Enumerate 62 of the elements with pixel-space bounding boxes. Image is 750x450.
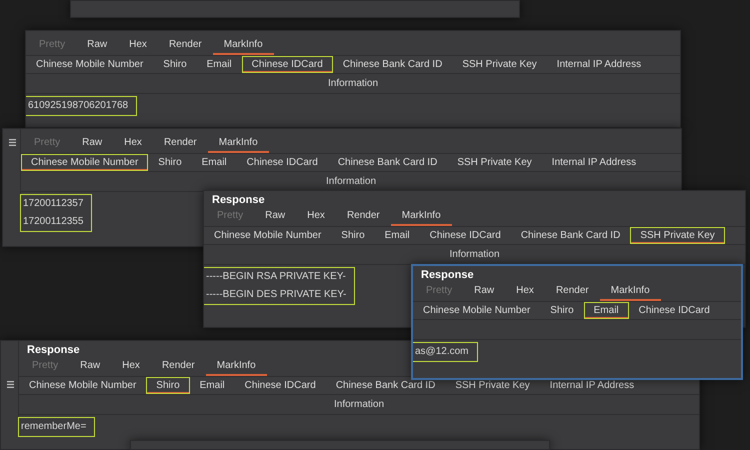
panel-title: Response xyxy=(27,343,80,358)
category-tab[interactable]: Email xyxy=(374,227,420,244)
category-tab[interactable]: Chinese IDCard xyxy=(242,56,333,73)
view-tab[interactable]: Render xyxy=(152,135,208,153)
view-tab[interactable]: Hex xyxy=(118,37,158,55)
view-tab[interactable]: Hex xyxy=(296,208,336,226)
category-tab[interactable]: Chinese IDCard xyxy=(420,227,511,244)
category-tab[interactable]: Chinese Bank Card ID xyxy=(326,377,446,394)
view-tab[interactable]: Render xyxy=(158,37,213,55)
category-tab[interactable]: Chinese Bank Card ID xyxy=(332,56,452,73)
view-tab[interactable]: Raw xyxy=(463,283,506,301)
view-tab[interactable]: Render xyxy=(544,283,600,301)
category-tab[interactable]: SSH Private Key xyxy=(630,227,725,244)
category-tab[interactable]: Internal IP Address xyxy=(546,56,652,73)
menu-icon[interactable] xyxy=(7,381,14,388)
category-tab[interactable]: Shiro xyxy=(331,227,375,244)
category-tab[interactable]: Email xyxy=(584,302,629,319)
category-tab[interactable]: Internal IP Address xyxy=(542,154,646,171)
category-tab[interactable]: SSH Private Key xyxy=(447,154,542,171)
category-tab[interactable]: Email xyxy=(192,154,237,171)
menu-icon[interactable] xyxy=(9,139,16,146)
category-tab[interactable]: Chinese Mobile Number xyxy=(21,154,148,171)
category-tab[interactable]: Chinese Mobile Number xyxy=(413,302,540,319)
panel-title: Response xyxy=(212,193,265,208)
category-tab[interactable]: Shiro xyxy=(540,302,584,319)
view-tab[interactable]: Raw xyxy=(71,135,114,153)
category-tab[interactable]: Shiro xyxy=(148,154,192,171)
category-tab[interactable]: Chinese Mobile Number xyxy=(19,377,146,394)
result-row-text: rememberMe= xyxy=(21,420,86,434)
column-header: Information xyxy=(334,398,384,412)
category-tab[interactable]: Chinese IDCard xyxy=(234,377,326,394)
result-row-text: as@12.com xyxy=(415,345,469,359)
category-tab[interactable]: Chinese IDCard xyxy=(628,302,720,319)
panel-title: Response xyxy=(421,268,474,283)
view-tab[interactable]: Hex xyxy=(505,283,545,301)
category-tab[interactable]: SSH Private Key xyxy=(445,377,540,394)
result-row-text: -----BEGIN DES PRIVATE KEY- xyxy=(206,288,346,302)
category-tab[interactable]: Chinese IDCard xyxy=(236,154,328,171)
category-tab[interactable]: SSH Private Key xyxy=(452,56,547,73)
column-header: Information xyxy=(449,248,500,262)
column-header: Information xyxy=(328,77,378,91)
category-tab[interactable]: Chinese Mobile Number xyxy=(204,227,332,244)
view-tab[interactable]: Render xyxy=(150,358,206,376)
result-row-text: 17200112355 xyxy=(23,215,84,229)
category-tab[interactable]: Email xyxy=(190,377,235,394)
result-row-text: -----BEGIN RSA PRIVATE KEY- xyxy=(206,270,346,284)
view-tab[interactable]: Raw xyxy=(254,208,296,226)
category-tab[interactable]: Shiro xyxy=(153,56,197,73)
category-tab[interactable]: Internal IP Address xyxy=(540,377,644,394)
category-tab[interactable]: Chinese Mobile Number xyxy=(26,56,154,73)
category-tab[interactable]: Chinese Bank Card ID xyxy=(328,154,448,171)
result-row-text: 610925198706201768 xyxy=(28,99,128,113)
category-tab[interactable]: Shiro xyxy=(146,377,190,394)
view-tab[interactable]: Raw xyxy=(69,358,112,376)
result-row-text: 17200112357 xyxy=(23,197,84,211)
view-tab[interactable]: Raw xyxy=(76,37,118,55)
view-tab[interactable]: Render xyxy=(336,208,391,226)
column-header: Information xyxy=(326,175,376,189)
view-tab[interactable]: Hex xyxy=(113,135,153,153)
view-tab[interactable]: Hex xyxy=(111,358,151,376)
category-tab[interactable]: Chinese Bank Card ID xyxy=(510,227,630,244)
category-tab[interactable]: Email xyxy=(196,56,242,73)
